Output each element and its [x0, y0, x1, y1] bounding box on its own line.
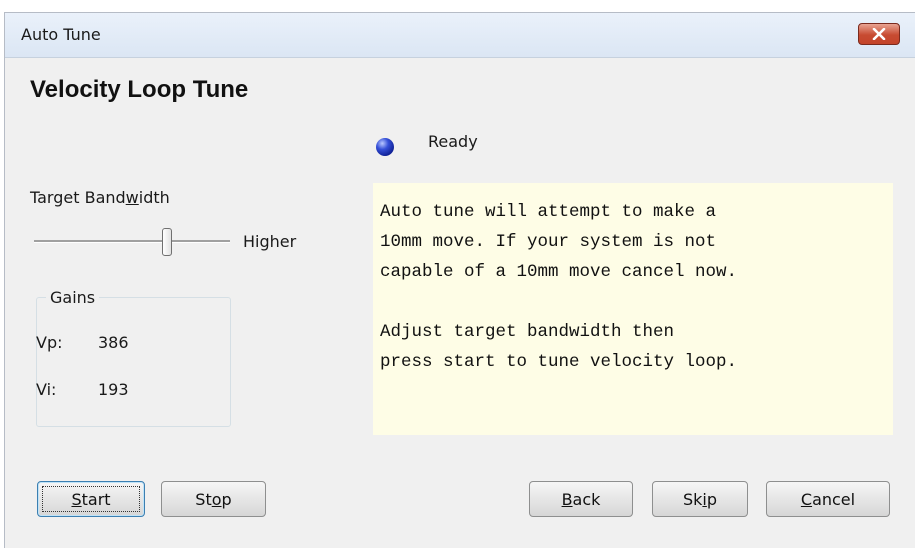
label-accelerator: w	[125, 188, 139, 207]
back-button[interactable]: Back	[529, 481, 633, 517]
gain-label: Vp:	[36, 333, 63, 352]
slider-track[interactable]	[34, 240, 230, 243]
close-button[interactable]	[858, 23, 900, 45]
accelerator: C	[800, 489, 813, 509]
start-button[interactable]: Start	[37, 481, 145, 517]
stop-button[interactable]: Stop	[161, 481, 266, 517]
skip-label: Skip	[683, 490, 717, 509]
cancel-button[interactable]: Cancel	[766, 481, 890, 517]
title-bar[interactable]: Auto Tune	[5, 13, 915, 58]
cancel-label: Cancel	[801, 490, 855, 509]
page-title: Velocity Loop Tune	[30, 76, 249, 103]
accelerator: B	[561, 489, 573, 509]
gain-value: 193	[98, 380, 129, 399]
gain-value: 386	[98, 333, 129, 352]
label-part: St	[195, 489, 212, 509]
label-part: idth	[138, 188, 170, 207]
gain-label: Vi:	[36, 380, 57, 399]
back-label: Back	[562, 490, 601, 509]
gains-legend: Gains	[46, 288, 100, 307]
window-title: Auto Tune	[21, 25, 101, 44]
higher-label: Higher	[243, 232, 297, 251]
target-bandwidth-label: Target Bandwidth	[30, 188, 170, 207]
stop-label: Stop	[195, 490, 231, 509]
status-led-icon	[376, 138, 394, 156]
label-part: ack	[572, 489, 601, 509]
close-icon	[872, 28, 886, 40]
label-part: Target Band	[30, 188, 126, 207]
bandwidth-slider[interactable]	[34, 226, 230, 258]
label-part: ancel	[812, 489, 856, 509]
status-text: Ready	[428, 132, 478, 151]
label-part: Sk	[682, 489, 703, 509]
skip-button[interactable]: Skip	[652, 481, 748, 517]
focus-rect	[42, 486, 140, 512]
label-part: p	[221, 489, 232, 509]
label-part: p	[706, 489, 718, 509]
accelerator: o	[211, 489, 222, 509]
slider-thumb[interactable]	[162, 228, 172, 256]
info-text: Auto tune will attempt to make a 10mm mo…	[380, 202, 738, 372]
gains-group	[36, 297, 231, 427]
info-panel: Auto tune will attempt to make a 10mm mo…	[373, 183, 893, 435]
